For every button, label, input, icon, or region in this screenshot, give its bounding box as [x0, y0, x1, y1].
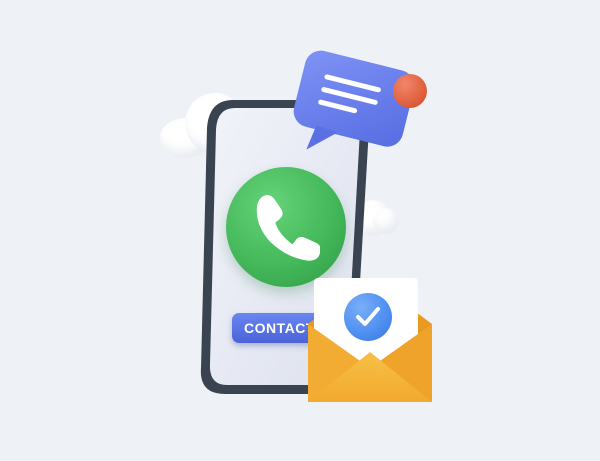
checkmark-icon	[356, 307, 380, 326]
contact-illustration: CONTACT	[0, 0, 600, 461]
phone-handset-icon	[256, 195, 320, 261]
check-badge	[344, 293, 392, 341]
notification-dot-icon	[393, 74, 427, 108]
